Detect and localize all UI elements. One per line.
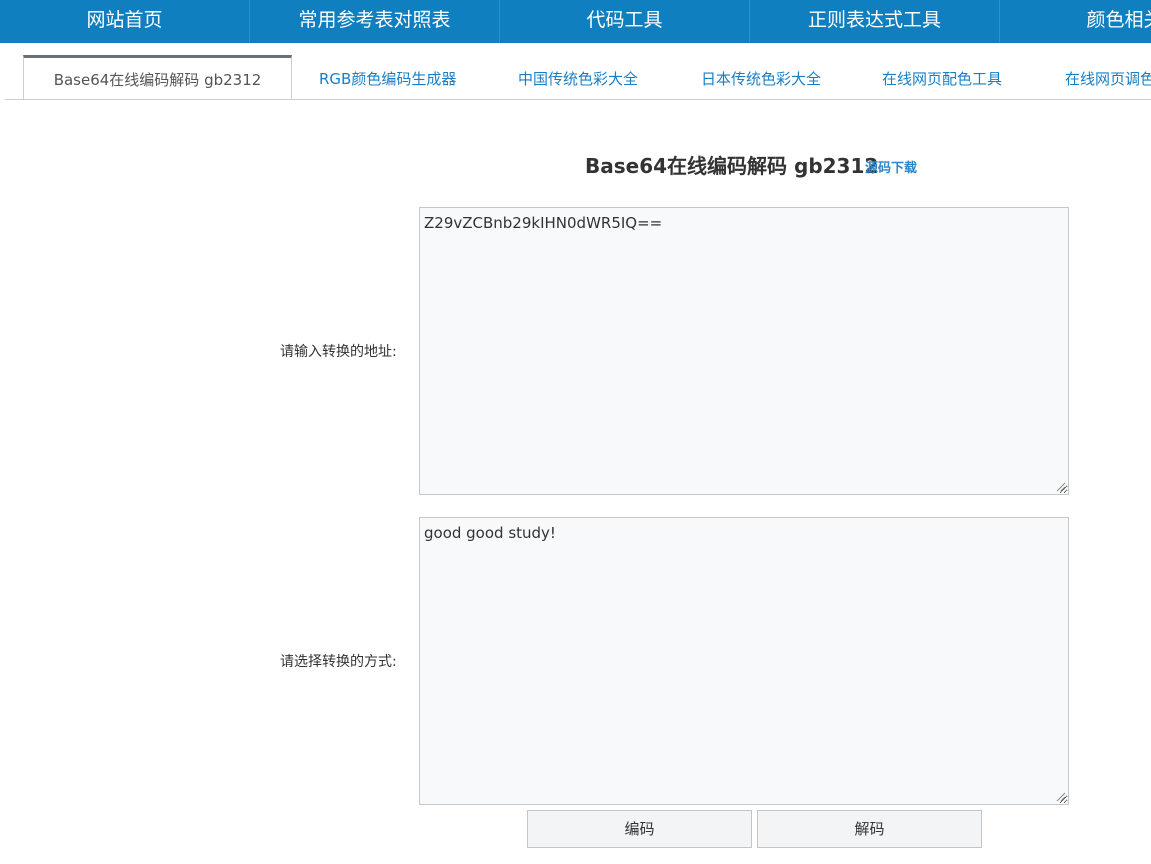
encode-button[interactable]: 编码 [527, 810, 752, 848]
top-navigation: 网站首页 常用参考表对照表 代码工具 正则表达式工具 颜色相关 [0, 0, 1151, 43]
tab-web-color-scheme[interactable]: 在线网页配色工具 [882, 55, 1002, 99]
input-textarea[interactable]: Z29vZCBnb29kIHN0dWR5IQ== [419, 207, 1069, 495]
input-text: Z29vZCBnb29kIHN0dWR5IQ== [424, 214, 663, 232]
nav-item-home[interactable]: 网站首页 [0, 0, 250, 43]
tab-base64-codec[interactable]: Base64在线编码解码 gb2312 [23, 55, 292, 99]
page-title: Base64在线编码解码 gb2312 [585, 154, 879, 178]
nav-item-reference-tables[interactable]: 常用参考表对照表 [250, 0, 500, 43]
title-row: Base64在线编码解码 gb2312 源码下载 [0, 148, 1151, 182]
decode-button[interactable]: 解码 [757, 810, 982, 848]
resize-grip-icon[interactable] [1054, 480, 1066, 492]
tab-chinese-colors[interactable]: 中国传统色彩大全 [518, 55, 638, 99]
output-textarea[interactable]: good good study! [419, 517, 1069, 805]
tab-rgb-generator[interactable]: RGB颜色编码生成器 [319, 55, 456, 99]
input-label: 请输入转换的地址: [280, 344, 397, 360]
tab-japanese-colors[interactable]: 日本传统色彩大全 [701, 55, 821, 99]
output-label: 请选择转换的方式: [280, 654, 397, 670]
nav-item-code-tools[interactable]: 代码工具 [500, 0, 750, 43]
nav-item-regex-tools[interactable]: 正则表达式工具 [750, 0, 1000, 43]
resize-grip-icon[interactable] [1054, 790, 1066, 802]
tab-web-palette[interactable]: 在线网页调色 [1065, 55, 1151, 99]
nav-item-color[interactable]: 颜色相关 [1000, 0, 1151, 43]
tool-tab-bar: Base64在线编码解码 gb2312 RGB颜色编码生成器 中国传统色彩大全 … [5, 55, 1151, 100]
source-download-link[interactable]: 源码下载 [865, 157, 917, 176]
output-text: good good study! [424, 524, 556, 542]
